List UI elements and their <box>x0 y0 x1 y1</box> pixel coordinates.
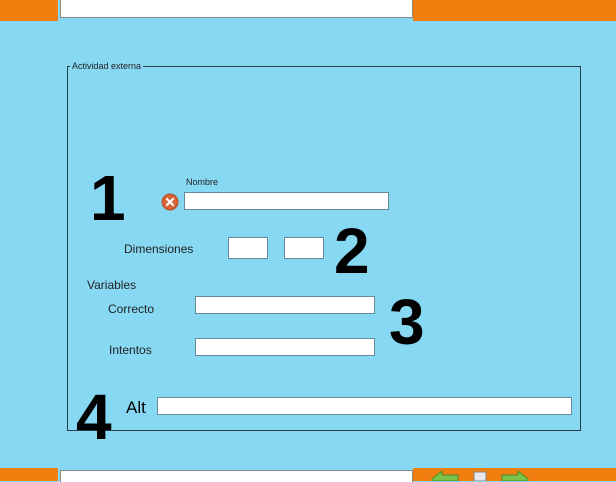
arrow-right-icon[interactable] <box>500 469 530 481</box>
alt-label: Alt <box>126 398 146 417</box>
annotation-2: 2 <box>334 215 370 287</box>
dimensiones-label: Dimensiones <box>124 242 194 256</box>
top-bar-left-segment <box>0 0 58 21</box>
bottom-text-panel <box>60 470 413 482</box>
bottom-bar-left-segment <box>0 468 58 481</box>
top-text-panel <box>60 0 413 18</box>
dimension-height-input[interactable] <box>284 237 324 259</box>
nombre-label: Nombre <box>186 177 219 187</box>
fieldset-legend: Actividad externa <box>70 60 144 72</box>
top-bar <box>0 0 616 21</box>
top-bar-right-segment <box>413 0 616 21</box>
close-circle-icon[interactable] <box>161 193 179 211</box>
arrow-left-icon[interactable] <box>430 469 460 481</box>
page-icon <box>473 471 487 481</box>
intentos-input[interactable] <box>195 338 375 356</box>
nombre-input[interactable] <box>184 192 389 210</box>
nav-arrows <box>430 468 540 481</box>
variables-heading: Variables <box>87 278 137 292</box>
correcto-input[interactable] <box>195 296 375 314</box>
dimension-width-input[interactable] <box>228 237 268 259</box>
annotation-3: 3 <box>389 286 425 358</box>
bottom-bar <box>0 468 616 482</box>
intentos-label: Intentos <box>109 343 152 357</box>
annotation-1: 1 <box>90 162 126 234</box>
alt-input[interactable] <box>157 397 572 415</box>
correcto-label: Correcto <box>108 302 155 316</box>
annotation-4: 4 <box>76 381 112 453</box>
